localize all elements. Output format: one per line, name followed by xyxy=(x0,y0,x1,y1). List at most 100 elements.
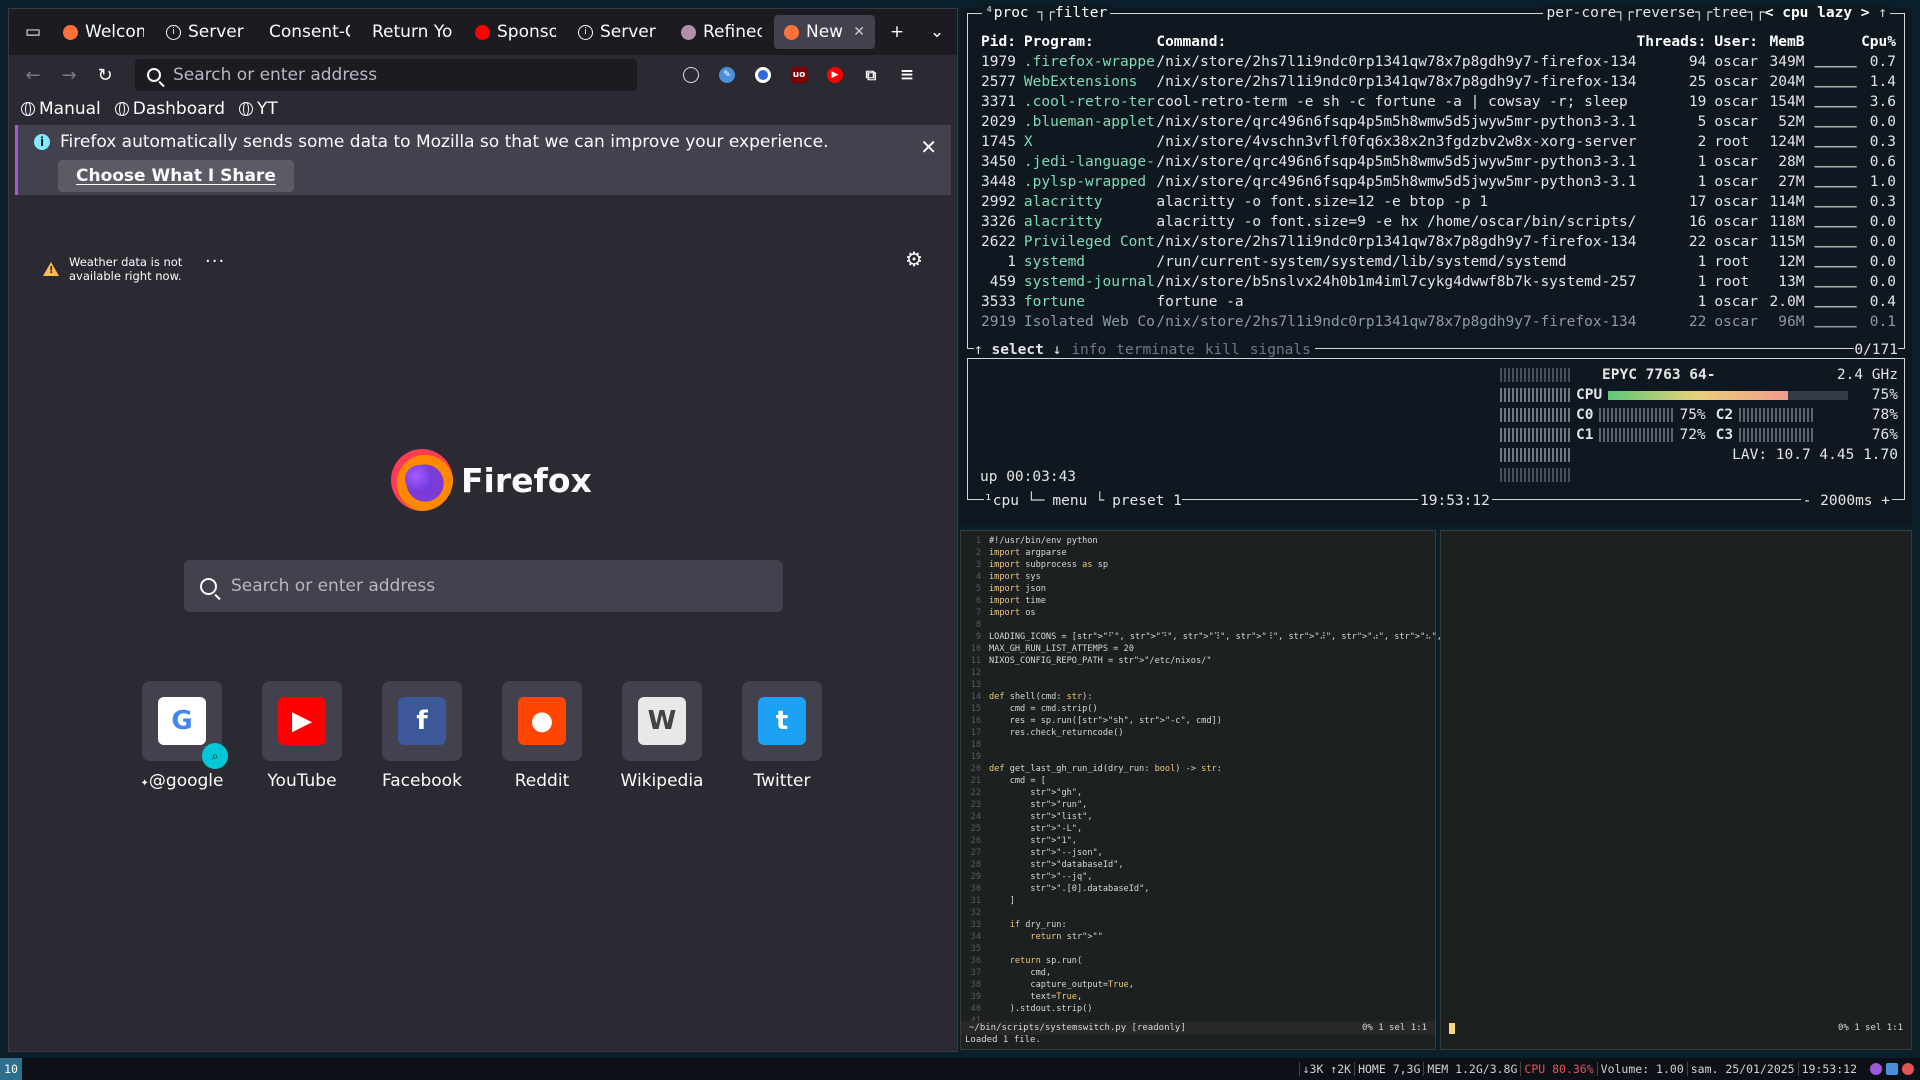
tab-2[interactable]: Consent-C xyxy=(259,15,360,49)
code-line[interactable]: 12 xyxy=(961,667,1435,679)
tree-toggle[interactable]: tree xyxy=(1712,5,1747,21)
code-line[interactable]: 18 xyxy=(961,739,1435,751)
tab-4[interactable]: Sponso xyxy=(465,15,566,49)
forward-button[interactable]: → xyxy=(51,59,87,91)
code-line[interactable]: 36 return sp.run( xyxy=(961,955,1435,967)
code-line[interactable]: 23 str">"run", xyxy=(961,799,1435,811)
more-options-icon[interactable]: ··· xyxy=(205,251,225,272)
select-control[interactable]: ↑ select ↓ xyxy=(974,342,1061,358)
bookmark-dashboard[interactable]: Dashboard xyxy=(114,99,225,119)
cpu-tab[interactable]: ¹cpu xyxy=(984,493,1019,509)
code-line[interactable]: 37 cmd, xyxy=(961,967,1435,979)
tab-0[interactable]: Welcom xyxy=(53,15,154,49)
url-bar[interactable] xyxy=(135,59,637,91)
tray-app-icon[interactable] xyxy=(1870,1063,1882,1075)
code-line[interactable]: 16 res = sp.run([str">"sh", str">"-c", c… xyxy=(961,715,1435,727)
new-tab-plus-icon[interactable]: + xyxy=(877,9,917,55)
process-row[interactable]: 1745 X/nix/store/4vschn3vflf0fq6x38x2n3fg… xyxy=(976,132,1896,152)
code-line[interactable]: 3 import subprocess as sp xyxy=(961,559,1435,571)
site-tile[interactable]: W xyxy=(622,681,702,761)
process-row[interactable]: 2992 alacritty alacritty -o font.size=12 -… xyxy=(976,192,1896,212)
code-line[interactable]: 34 return str">"" xyxy=(961,931,1435,943)
col-cpu[interactable]: Cpu% xyxy=(1857,32,1896,52)
code-line[interactable]: 39 text=True, xyxy=(961,991,1435,1003)
helix-editor-left[interactable]: 1 #!/usr/bin/env python 2 import argparse 3 i… xyxy=(960,530,1495,1050)
choose-what-i-share-button[interactable]: Choose What I Share xyxy=(58,160,294,192)
top-site-reddit[interactable]: ● Reddit xyxy=(502,681,582,791)
site-tile[interactable]: f xyxy=(382,681,462,761)
per-core-toggle[interactable]: per-core xyxy=(1546,5,1616,21)
tab-1[interactable]: i Server xyxy=(156,15,257,49)
tray-notification-icon[interactable] xyxy=(1902,1063,1914,1075)
code-line[interactable]: 26 str">"1", xyxy=(961,835,1435,847)
account-icon[interactable] xyxy=(673,59,709,91)
bookmark-yt[interactable]: YT xyxy=(239,99,278,119)
close-icon[interactable]: ✕ xyxy=(920,135,937,159)
code-line[interactable]: 22 str">"gh", xyxy=(961,787,1435,799)
reverse-toggle[interactable]: reverse xyxy=(1634,5,1695,21)
code-line[interactable]: 32 xyxy=(961,907,1435,919)
process-row[interactable]: 1 systemd/run/current-system/systemd/lib/… xyxy=(976,252,1896,272)
youtube-extension-icon[interactable]: ▶ xyxy=(817,59,853,91)
code-line[interactable]: 15 cmd = cmd.strip() xyxy=(961,703,1435,715)
tab-overview-icon[interactable]: ▭ xyxy=(13,9,53,55)
process-row[interactable]: 459 systemd-journal/nix/store/b5nslvx24h0… xyxy=(976,272,1896,292)
back-button[interactable]: ← xyxy=(15,59,51,91)
tab-6[interactable]: Refined xyxy=(671,15,772,49)
extension-feather-icon[interactable]: ✎ xyxy=(709,59,745,91)
col-mem[interactable]: MemB xyxy=(1763,32,1805,52)
tab-list-chevron-icon[interactable]: ⌄ xyxy=(917,9,957,55)
code-line[interactable]: 11 NIXOS_CONFIG_REPO_PATH = str">"/etc/ni… xyxy=(961,655,1435,667)
url-input[interactable] xyxy=(173,65,613,85)
code-line[interactable]: 27 str">"--json", xyxy=(961,847,1435,859)
code-line[interactable]: 20 def get_last_gh_run_id(dry_run: bool) … xyxy=(961,763,1435,775)
code-line[interactable]: 7 import os xyxy=(961,607,1435,619)
code-view[interactable]: 1 #!/usr/bin/env python 2 import argparse 3 i… xyxy=(961,535,1495,1027)
site-tile[interactable]: t xyxy=(742,681,822,761)
code-line[interactable]: 31 ] xyxy=(961,895,1435,907)
process-row[interactable]: 3448 .pylsp-wrapped/nix/store/qrc496n6fsq… xyxy=(976,172,1896,192)
info-control[interactable]: info xyxy=(1071,342,1106,358)
process-row[interactable]: 2919 Isolated Web Co/nix/store/2hs7l1i9nd… xyxy=(976,312,1896,332)
code-line[interactable]: 2 import argparse xyxy=(961,547,1435,559)
reload-button[interactable]: ↻ xyxy=(87,59,123,91)
newtab-search-box[interactable] xyxy=(184,560,783,612)
sort-selector[interactable]: < cpu lazy > xyxy=(1765,5,1870,21)
filter-toggle[interactable]: filter xyxy=(1055,5,1107,21)
process-row[interactable]: 3533 fortune fortune -a 1 oscar 2.0M ▁▁▁▁▁▁▁ 0.… xyxy=(976,292,1896,312)
bookmark-manual[interactable]: Manual xyxy=(21,99,101,119)
terminate-control[interactable]: terminate xyxy=(1116,342,1195,358)
col-threads[interactable]: Threads: xyxy=(1636,32,1714,52)
process-row[interactable]: 3371 .cool-retro-ter cool-retro-term -e sh… xyxy=(976,92,1896,112)
code-line[interactable]: 38 capture_output=True, xyxy=(961,979,1435,991)
code-line[interactable]: 6 import time xyxy=(961,595,1435,607)
code-line[interactable]: 5 import json xyxy=(961,583,1435,595)
code-line[interactable]: 9 LOADING_ICONS = [str">"⠋", str">"⠙", st… xyxy=(961,631,1495,643)
top-site-twitter[interactable]: t Twitter xyxy=(742,681,822,791)
col-program[interactable]: Program: xyxy=(1024,32,1156,52)
site-tile[interactable]: ▶ xyxy=(262,681,342,761)
code-line[interactable]: 4 import sys xyxy=(961,571,1435,583)
code-line[interactable]: 21 cmd = [ xyxy=(961,775,1435,787)
code-line[interactable]: 28 str">"databaseId", xyxy=(961,859,1435,871)
process-row[interactable]: 3326 alacritty alacritty -o font.size=9 -e… xyxy=(976,212,1896,232)
hamburger-menu-icon[interactable]: ≡ xyxy=(889,59,925,91)
ublock-icon[interactable]: uo xyxy=(781,59,817,91)
extension-privacy-icon[interactable] xyxy=(745,59,781,91)
gear-icon[interactable]: ⚙ xyxy=(905,247,923,271)
col-pid[interactable]: Pid: xyxy=(976,32,1024,52)
code-line[interactable]: 25 str">"-L", xyxy=(961,823,1435,835)
process-row[interactable]: 1979 .firefox-wrappe/nix/store/2hs7l1i9nd… xyxy=(976,52,1896,72)
update-interval-control[interactable]: - 2000ms + xyxy=(1800,493,1892,509)
tab-7[interactable]: New T ✕ xyxy=(774,15,875,49)
extensions-puzzle-icon[interactable]: ⧉ xyxy=(853,59,889,91)
col-user[interactable]: User: xyxy=(1714,32,1762,52)
menu-button[interactable]: menu xyxy=(1052,493,1087,509)
close-tab-icon[interactable]: ✕ xyxy=(853,24,865,40)
code-line[interactable]: 35 xyxy=(961,943,1435,955)
site-tile[interactable]: G ⌕ xyxy=(142,681,228,769)
tray-bluetooth-icon[interactable] xyxy=(1886,1063,1898,1075)
code-line[interactable]: 8 xyxy=(961,619,1435,631)
process-row[interactable]: 2577 WebExtensions/nix/store/2hs7l1i9ndc0… xyxy=(976,72,1896,92)
newtab-search-input[interactable] xyxy=(231,576,751,596)
